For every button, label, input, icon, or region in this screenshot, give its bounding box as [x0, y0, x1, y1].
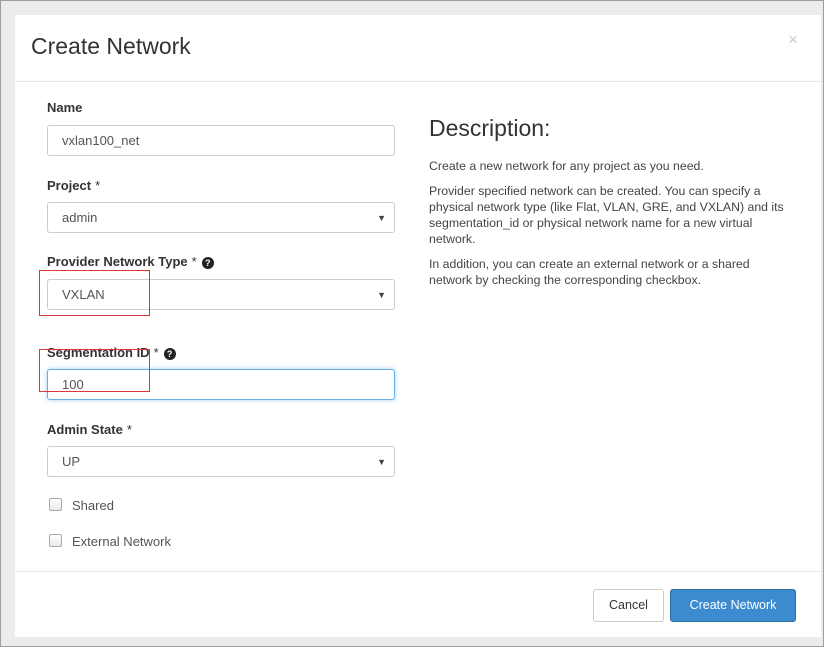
external-network-checkbox[interactable] [49, 534, 62, 547]
description-panel: Description: Create a new network for an… [429, 115, 791, 297]
shared-checkbox[interactable] [49, 498, 62, 511]
description-paragraph: In addition, you can create an external … [429, 257, 750, 287]
name-label: Name [47, 100, 83, 115]
modal-header: Create Network × [15, 15, 821, 82]
close-icon[interactable]: × [788, 31, 798, 48]
cancel-button[interactable]: Cancel [593, 589, 664, 622]
name-input[interactable]: vxlan100_net [47, 125, 395, 156]
external-network-checkbox-row[interactable]: External Network [47, 534, 171, 550]
required-mark: * [126, 422, 132, 437]
required-mark: * [95, 178, 101, 193]
segmentation-id-label: Segmentation ID *? [47, 345, 176, 360]
screenshot-frame: Create Network × Name vxlan100_net Proje… [0, 0, 824, 647]
segmentation-id-label-text: Segmentation ID [47, 345, 150, 360]
project-label-text: Project [47, 178, 92, 193]
admin-state-select[interactable]: UP ▼ [47, 446, 395, 477]
project-label: Project * [47, 178, 100, 193]
modal-title: Create Network [31, 33, 191, 59]
name-input-value: vxlan100_net [62, 133, 140, 148]
project-select[interactable]: admin ▼ [47, 202, 395, 233]
create-network-modal: Create Network × Name vxlan100_net Proje… [15, 15, 821, 637]
shared-checkbox-row[interactable]: Shared [47, 498, 114, 514]
external-network-checkbox-label: External Network [72, 534, 171, 549]
create-network-button[interactable]: Create Network [670, 589, 796, 622]
admin-state-label: Admin State * [47, 422, 132, 437]
provider-network-type-value: VXLAN [62, 287, 105, 302]
project-select-value: admin [62, 210, 98, 225]
description-paragraph: Provider specified network can be create… [429, 184, 784, 246]
chevron-down-icon: ▼ [377, 457, 386, 467]
chevron-down-icon: ▼ [377, 213, 386, 223]
question-circle-icon[interactable]: ? [163, 348, 176, 360]
required-mark: * [153, 345, 159, 360]
provider-network-type-select[interactable]: VXLAN ▼ [47, 279, 395, 310]
modal-footer: Cancel Create Network [15, 571, 821, 638]
segmentation-id-input[interactable]: 100 [47, 369, 395, 400]
provider-network-type-label: Provider Network Type *? [47, 254, 214, 269]
provider-network-type-label-text: Provider Network Type [47, 254, 188, 269]
required-mark: * [191, 254, 197, 269]
admin-state-value: UP [62, 454, 81, 469]
chevron-down-icon: ▼ [377, 290, 386, 300]
description-title: Description: [429, 115, 551, 141]
description-paragraph: Create a new network for any project as … [429, 159, 704, 173]
admin-state-label-text: Admin State [47, 422, 123, 437]
shared-checkbox-label: Shared [72, 498, 114, 513]
question-circle-icon[interactable]: ? [201, 257, 214, 269]
segmentation-id-value: 100 [62, 377, 84, 392]
